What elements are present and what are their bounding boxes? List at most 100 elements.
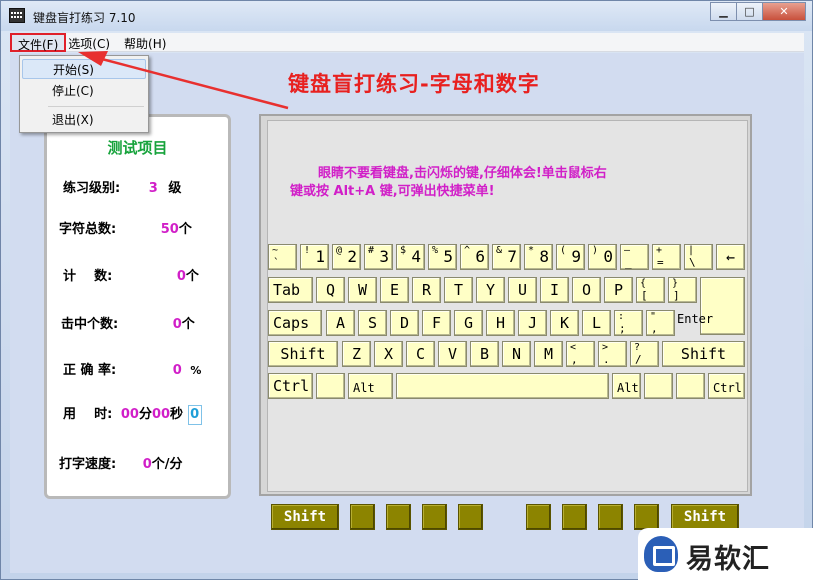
key-g: G — [454, 310, 483, 336]
key-u: U — [508, 277, 537, 303]
key-row1-2: @2 — [332, 244, 361, 270]
finger-key — [350, 504, 375, 530]
key-k: K — [550, 310, 579, 336]
key-win-left — [316, 373, 345, 399]
finger-key-shift-left: Shift — [271, 504, 339, 530]
count-row: 计 数: 0个 — [63, 265, 199, 284]
instruction-line-1: 眼睛不要看键盘,击闪烁的键,仔细体会!单击鼠标右 — [318, 166, 607, 181]
key-shift-right: Shift — [662, 341, 745, 367]
key-d: D — [390, 310, 419, 336]
key-o: O — [572, 277, 601, 303]
key-win-right — [644, 373, 673, 399]
finger-key — [598, 504, 623, 530]
finger-key — [422, 504, 447, 530]
key-q: Q — [316, 277, 345, 303]
key-menu — [676, 373, 705, 399]
menu-start[interactable]: 开始(S) — [22, 59, 146, 79]
time-minutes: 00 — [120, 407, 139, 422]
hit-row: 击中个数: 0个 — [61, 313, 195, 332]
watermark: 易软汇 — [638, 528, 813, 580]
key-r: R — [412, 277, 441, 303]
time-row: 用 时: 00分00秒 0 — [63, 403, 202, 425]
menu-options[interactable]: 选项(C) — [66, 33, 118, 52]
key-i: I — [540, 277, 569, 303]
key-t: T — [444, 277, 473, 303]
menu-stop[interactable]: 停止(C) — [22, 81, 146, 101]
accuracy-row: 正 确 率: 0 % — [63, 359, 201, 378]
key-p: P — [604, 277, 633, 303]
key-greater-than: >. — [598, 341, 627, 367]
key-row1-5: % 5 — [428, 244, 457, 270]
level-value: 3 — [148, 181, 158, 196]
key-h: H — [486, 310, 515, 336]
key-row1-12: + = — [652, 244, 681, 270]
keyboard-app-icon — [9, 8, 25, 23]
total-value: 50 — [160, 222, 179, 237]
key-z: Z — [342, 341, 371, 367]
count-value: 0 — [176, 269, 186, 284]
key-v: V — [438, 341, 467, 367]
close-button[interactable]: ✕ — [762, 2, 806, 21]
total-unit: 个 — [178, 222, 192, 237]
total-label: 字符总数: — [59, 222, 117, 237]
hit-label: 击中个数: — [61, 317, 119, 332]
key-caps: Caps — [268, 310, 322, 336]
hit-unit: 个 — [181, 317, 195, 332]
key-j: J — [518, 310, 547, 336]
key-alt-left: Alt — [348, 373, 393, 399]
speed-row: 打字速度: 0个/分 — [59, 453, 183, 472]
window-title: 键盘盲打练习 7.10 — [33, 11, 136, 25]
menu-exit[interactable]: 退出(X) — [22, 110, 146, 130]
speed-value: 0 — [142, 457, 152, 472]
speed-unit: 个/分 — [151, 457, 183, 472]
key-f: F — [422, 310, 451, 336]
accuracy-label: 正 确 率: — [63, 363, 117, 378]
finger-key — [386, 504, 411, 530]
watermark-logo-icon — [644, 536, 678, 572]
accuracy-value: 0 — [172, 363, 182, 378]
key-row1-11: — _ — [620, 244, 649, 270]
key-row1-10: ) 0 — [588, 244, 617, 270]
stats-title: 测试项目 — [107, 139, 168, 157]
speed-label: 打字速度: — [59, 457, 117, 472]
key-row1-3: #3 — [364, 244, 393, 270]
watermark-text: 易软汇 — [686, 544, 770, 575]
time-sec-unit: 秒 — [170, 407, 184, 422]
key-y: Y — [476, 277, 505, 303]
key-shift-left: Shift — [268, 341, 338, 367]
finger-key — [562, 504, 587, 530]
key-row1-13: | \ — [684, 244, 713, 270]
key-x: X — [374, 341, 403, 367]
key-quote: ", — [646, 310, 675, 336]
key-n: N — [502, 341, 531, 367]
maximize-button[interactable]: □ — [736, 2, 763, 21]
key-a: A — [326, 310, 355, 336]
count-unit: 个 — [185, 269, 199, 284]
key-row1-8: * 8 — [524, 244, 553, 270]
count-label: 计 数: — [63, 269, 113, 284]
instruction-line-2: 键或按 Alt+A 键,可弹出快捷菜单! — [290, 184, 495, 199]
menu-file[interactable]: 文件(F) — [10, 33, 67, 52]
key-w: W — [348, 277, 377, 303]
level-row: 练习级别: 3 级 — [63, 177, 181, 196]
title-bar: 键盘盲打练习 7.10 ▁ □ ✕ — [1, 1, 812, 31]
key-row1-14: ← — [716, 244, 745, 270]
key-alt-right: Alt — [612, 373, 641, 399]
page-title: 键盘盲打练习-字母和数字 — [288, 72, 540, 96]
stats-panel: 测试项目 练习级别: 3 级 字符总数: 50个 计 数: 0个 击中个数: 0… — [44, 114, 231, 499]
file-menu-dropdown: 开始(S) 停止(C) 退出(X) — [19, 55, 149, 133]
instruction-text: 眼睛不要看键盘,击闪烁的键,仔细体会!单击鼠标右 键或按 Alt+A 键,可弹出… — [290, 165, 730, 201]
key-slash: ? / — [630, 341, 659, 367]
key-bracket-open: {[ — [636, 277, 665, 303]
time-seconds: 00 — [151, 407, 171, 422]
key-s: S — [358, 310, 387, 336]
key-row1-4: $4 — [396, 244, 425, 270]
level-unit: 级 — [168, 181, 182, 196]
minimize-button[interactable]: ▁ — [710, 2, 737, 21]
key-b: B — [470, 341, 499, 367]
key-tab: Tab — [268, 277, 313, 303]
key-space — [396, 373, 609, 399]
finger-key-shift-right: Shift — [671, 504, 739, 530]
key-row1-1: ! 1 — [300, 244, 329, 270]
menu-help[interactable]: 帮助(H) — [118, 33, 174, 52]
